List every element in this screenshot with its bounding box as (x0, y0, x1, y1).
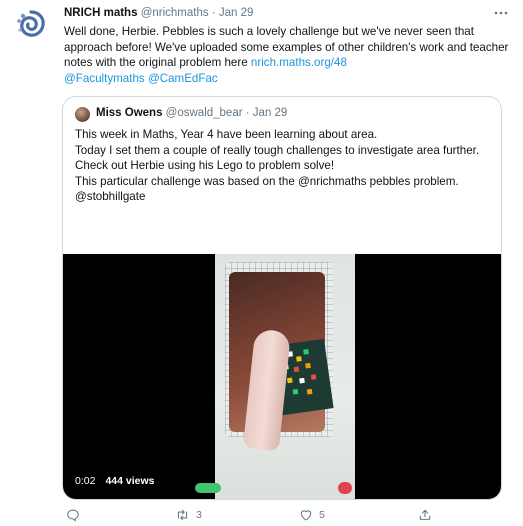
meta-separator: · (208, 7, 219, 19)
retweet-count: 3 (196, 509, 202, 521)
quoted-tweet-date[interactable]: Jan 29 (253, 107, 288, 119)
quoted-text-line: Check out Herbie using his Lego to probl… (75, 159, 335, 172)
like-count: 5 (319, 509, 325, 521)
video-views: 444 views (105, 475, 155, 487)
record-button (195, 483, 221, 493)
mention-camedfac[interactable]: @CamEdFac (148, 72, 218, 85)
video-status: 0:02 444 views (75, 475, 154, 487)
tweet-header: NRICH maths @nrichmaths · Jan 29 (64, 7, 253, 19)
quoted-text-line: This week in Maths, Year 4 have been lea… (75, 128, 378, 141)
stop-indicator (338, 482, 352, 494)
quoted-author-name[interactable]: Miss Owens (96, 107, 162, 119)
nrich-logo-avatar[interactable] (14, 8, 48, 42)
heart-icon (300, 510, 312, 521)
tweet-actions: 3 5 (64, 508, 504, 526)
quoted-tweet-text: This week in Maths, Year 4 have been lea… (75, 127, 490, 205)
reply-button[interactable] (66, 508, 80, 522)
tweet-date[interactable]: Jan 29 (219, 7, 254, 19)
quoted-tweet-header: Miss Owens @oswald_bear · Jan 29 (96, 107, 287, 119)
like-button[interactable]: 5 (299, 508, 325, 522)
quoted-author-handle[interactable]: @oswald_bear (166, 107, 243, 119)
tablet-screen (229, 272, 334, 452)
video-time: 0:02 (75, 475, 96, 487)
author-name[interactable]: NRICH maths (64, 7, 137, 19)
quoted-text-line: This particular challenge was based on t… (75, 174, 459, 188)
share-icon (419, 509, 431, 520)
tweet-text: Well done, Herbie. Pebbles is such a lov… (64, 24, 509, 86)
quoted-author-avatar[interactable] (75, 107, 90, 122)
video-frame (215, 254, 355, 499)
more-horizontal-icon[interactable] (493, 3, 509, 19)
author-handle[interactable]: @nrichmaths (141, 7, 209, 19)
quoted-tweet[interactable]: Miss Owens @oswald_bear · Jan 29 This we… (62, 96, 502, 500)
video-player[interactable]: 0:02 444 views (63, 254, 501, 499)
retweet-icon (177, 509, 188, 521)
share-button[interactable] (418, 508, 432, 522)
quoted-text-line: Today I set them a couple of really toug… (75, 143, 480, 157)
tweet-link[interactable]: nrich.maths.org/48 (251, 56, 347, 69)
retweet-button[interactable]: 3 (175, 508, 202, 522)
mention-facultymaths[interactable]: @Facultymaths (64, 72, 145, 85)
tweet[interactable]: NRICH maths @nrichmaths · Jan 29 Well do… (0, 0, 523, 526)
quoted-text-line: @stobhillgate (75, 190, 146, 203)
reply-icon (67, 509, 79, 522)
quoted-meta-separator: · (242, 107, 253, 119)
